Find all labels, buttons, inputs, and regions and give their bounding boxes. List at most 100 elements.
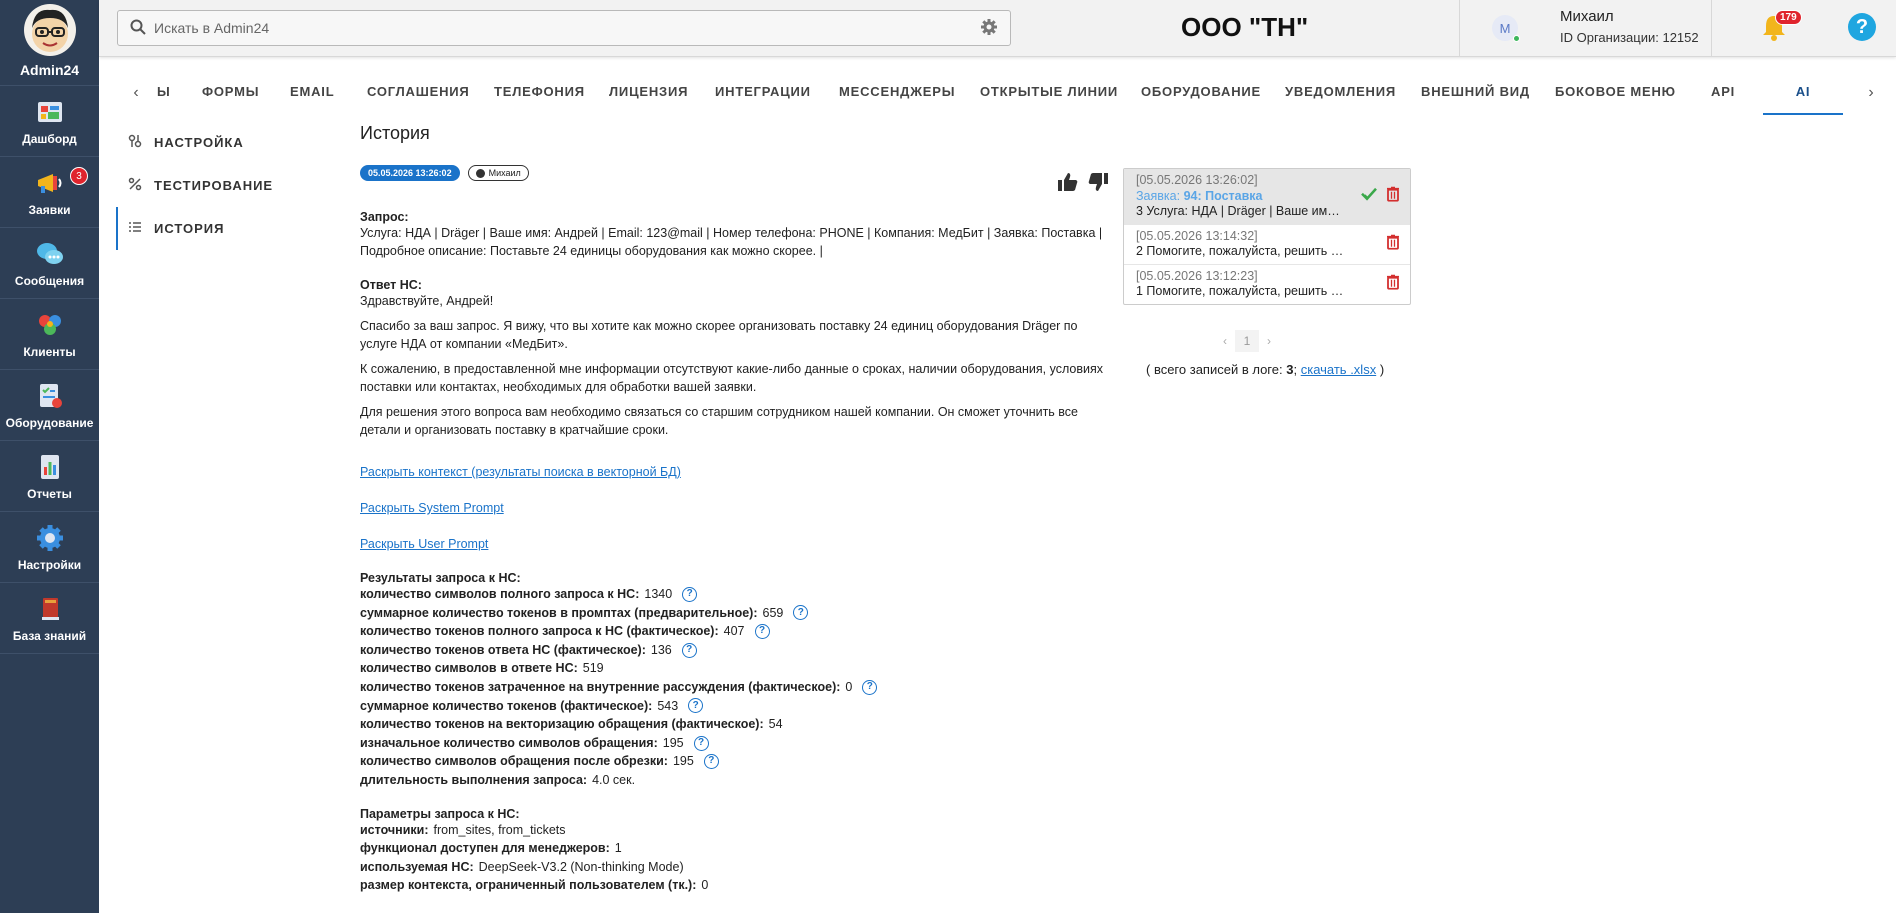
help-icon[interactable]: ? — [1848, 13, 1876, 41]
feedback-buttons — [1057, 171, 1109, 196]
result-row: длительность выполнения запроса: 4.0 сек. — [360, 772, 636, 787]
tab-agreements[interactable]: СОГЛАШЕНИЯ — [367, 73, 470, 115]
brand-logo — [23, 4, 76, 56]
sidebar-item-label: Заявки — [28, 203, 71, 217]
sidebar-item-knowledge-base[interactable]: База знаний — [0, 583, 99, 654]
reports-icon — [34, 451, 66, 483]
tab-forms[interactable]: ФОРМЫ — [202, 73, 259, 115]
expand-context-link[interactable]: Раскрыть контекст (результаты поиска в в… — [360, 463, 1110, 481]
history-detail: История 05.05.2026 13:26:02 Михаил Запро… — [360, 123, 1110, 895]
notifications-badge: 179 — [1775, 10, 1802, 25]
thumbs-up-icon[interactable] — [1057, 171, 1079, 196]
chevron-right-icon[interactable]: › — [1267, 334, 1271, 348]
organization-title: ООО "ТН" — [1181, 12, 1309, 42]
megaphone-icon — [34, 167, 66, 199]
trash-icon[interactable] — [1386, 274, 1400, 295]
result-row: количество символов полного запроса к НС… — [360, 585, 1110, 604]
tab-api[interactable]: API — [1711, 73, 1735, 115]
clients-icon — [34, 309, 66, 341]
search-settings-icon[interactable] — [980, 18, 998, 39]
log-item[interactable]: [05.05.2026 13:26:02] Заявка: 94: Постав… — [1124, 169, 1410, 225]
log-count: ( всего записей в логе: 3; скачать .xlsx… — [1146, 362, 1385, 377]
brand[interactable]: Admin24 — [0, 0, 99, 86]
sidebar-item-settings[interactable]: Настройки — [0, 512, 99, 583]
page-title: История — [360, 123, 430, 143]
trash-icon[interactable] — [1386, 186, 1400, 207]
tabs-scroll-left-icon[interactable]: ‹ — [126, 83, 146, 103]
submenu-item-testing[interactable]: ТЕСТИРОВАНИЕ — [116, 164, 346, 207]
help-circle-icon[interactable]: ? — [693, 735, 709, 751]
tab-license[interactable]: ЛИЦЕНЗИЯ — [609, 73, 688, 115]
help-circle-icon[interactable]: ? — [688, 698, 704, 714]
result-row: количество символов обращения после обре… — [360, 752, 1110, 771]
chevron-left-icon[interactable]: ‹ — [1223, 334, 1227, 348]
help-circle-icon[interactable]: ? — [681, 642, 697, 658]
expand-user-prompt-link[interactable]: Раскрыть User Prompt — [360, 535, 1110, 553]
tab-email[interactable]: EMAIL — [290, 73, 334, 115]
result-row: количество токенов ответа НС (фактическо… — [360, 641, 1110, 660]
result-row: изначальное количество символов обращени… — [360, 734, 1110, 753]
submenu-item-history[interactable]: ИСТОРИЯ — [116, 207, 346, 250]
ai-submenu: НАСТРОЙКА ТЕСТИРОВАНИЕ ИСТОРИЯ — [116, 121, 346, 250]
sidebar-item-tickets[interactable]: Заявки 3 — [0, 157, 99, 228]
log-item[interactable]: [05.05.2026 13:14:32] 2 Помогите, пожалу… — [1124, 225, 1410, 265]
help-circle-icon[interactable]: ? — [862, 679, 878, 695]
tab-open-lines[interactable]: ОТКРЫТЫЕ ЛИНИИ — [980, 73, 1118, 115]
user-profile[interactable]: М Михаил ID Организации: 12152 — [1459, 0, 1712, 57]
thumbs-down-icon[interactable] — [1087, 171, 1109, 196]
user-name: Михаил — [1560, 8, 1614, 25]
sidebar-item-dashboard[interactable]: Дашборд — [0, 86, 99, 157]
organization-id: ID Организации: 12152 — [1560, 30, 1699, 45]
gear-icon — [34, 522, 66, 554]
submenu-item-settings[interactable]: НАСТРОЙКА — [116, 121, 346, 164]
log-ticket-ref[interactable]: Заявка: 94: Поставка — [1136, 189, 1398, 205]
tickets-badge: 3 — [70, 167, 88, 185]
sidebar: Admin24 Дашборд Заявки 3 Сообщения Клиен… — [0, 0, 99, 913]
tabs-scroll-right-icon[interactable]: › — [1861, 83, 1881, 103]
record-date-chip: 05.05.2026 13:26:02 — [360, 165, 460, 181]
param-row: источники: from_sites, from_tickets — [360, 822, 566, 837]
sidebar-item-equipment[interactable]: Оборудование — [0, 370, 99, 441]
help-circle-icon[interactable]: ? — [754, 623, 770, 639]
sidebar-item-label: Сообщения — [14, 274, 85, 288]
history-log-list: [05.05.2026 13:26:02] Заявка: 94: Постав… — [1123, 168, 1411, 305]
search-input[interactable] — [154, 20, 980, 36]
tab-ai[interactable]: AI — [1763, 73, 1843, 115]
global-search[interactable] — [117, 10, 1011, 46]
top-header: ООО "ТН" М Михаил ID Организации: 12152 … — [99, 0, 1896, 57]
help-circle-icon[interactable]: ? — [682, 586, 698, 602]
brand-name: Admin24 — [19, 62, 80, 78]
checkmark-icon[interactable] — [1360, 186, 1378, 207]
tab-messengers[interactable]: МЕССЕНДЖЕРЫ — [839, 73, 955, 115]
tab-side-menu[interactable]: БОКОВОЕ МЕНЮ — [1555, 73, 1676, 115]
request-label: Запрос: — [360, 210, 409, 224]
log-item[interactable]: [05.05.2026 13:12:23] 1 Помогите, пожалу… — [1124, 265, 1410, 304]
avatar: М — [1492, 15, 1520, 42]
download-xlsx-link[interactable]: скачать .xlsx — [1301, 362, 1376, 377]
tab-appearance[interactable]: ВНЕШНИЙ ВИД — [1421, 73, 1530, 115]
results-label: Результаты запроса к НС: — [360, 571, 521, 585]
equipment-icon — [34, 380, 66, 412]
tab-equipment[interactable]: ОБОРУДОВАНИЕ — [1141, 73, 1261, 115]
sidebar-item-clients[interactable]: Клиенты — [0, 299, 99, 370]
trash-icon[interactable] — [1386, 234, 1400, 255]
tab-integrations[interactable]: ИНТЕГРАЦИИ — [715, 73, 811, 115]
expand-system-prompt-link[interactable]: Раскрыть System Prompt — [360, 499, 1110, 517]
page-number[interactable]: 1 — [1235, 330, 1259, 352]
answer-label: Ответ НС: — [360, 278, 422, 292]
record-user-chip: Михаил — [467, 165, 529, 181]
result-row: количество токенов затраченное на внутре… — [360, 678, 1110, 697]
chat-bubbles-icon — [34, 238, 66, 270]
sidebar-item-reports[interactable]: Отчеты — [0, 441, 99, 512]
help-circle-icon[interactable]: ? — [703, 754, 719, 770]
tab-notifications[interactable]: УВЕДОМЛЕНИЯ — [1285, 73, 1396, 115]
answer-paragraph: Спасибо за ваш запрос. Я вижу, что вы хо… — [360, 319, 1078, 351]
help-circle-icon[interactable]: ? — [793, 605, 809, 621]
sidebar-item-messages[interactable]: Сообщения — [0, 228, 99, 299]
tab-telephony[interactable]: ТЕЛЕФОНИЯ — [494, 73, 585, 115]
knowledge-base-icon — [34, 593, 66, 625]
tab-partial[interactable]: Ы — [157, 73, 171, 115]
sidebar-item-label: Настройки — [17, 558, 82, 572]
sidebar-item-label: База знаний — [12, 629, 87, 643]
params-label: Параметры запроса к НС: — [360, 806, 520, 821]
